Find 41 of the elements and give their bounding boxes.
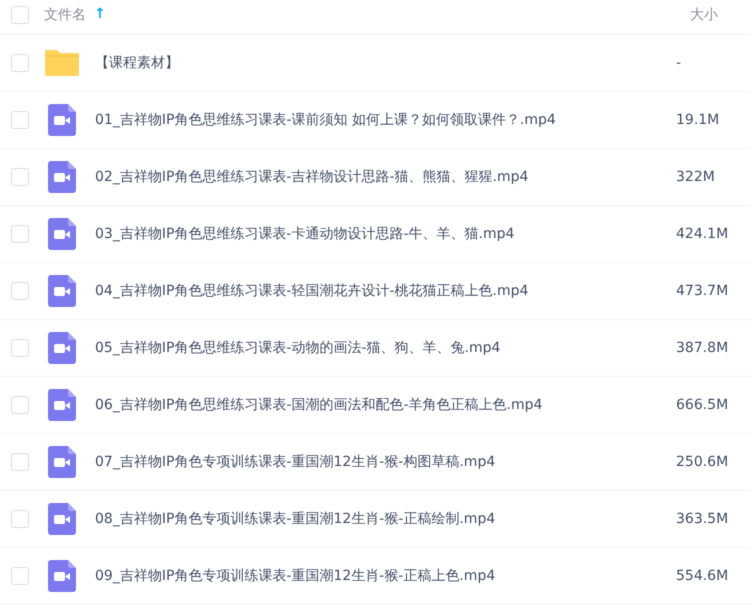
file-size: 19.1M <box>676 112 720 128</box>
video-file-icon <box>45 389 79 421</box>
file-size: 473.7M <box>676 283 730 299</box>
row-checkbox[interactable] <box>11 510 29 528</box>
folder-icon <box>45 50 79 76</box>
row-checkbox[interactable] <box>11 54 29 72</box>
video-file-icon <box>45 332 79 364</box>
file-name[interactable]: 04_吉祥物IP角色思维练习课表-轻国潮花卉设计-桃花猫正稿上色.mp4 <box>95 282 676 300</box>
row-checkbox[interactable] <box>11 168 29 186</box>
file-name[interactable]: 03_吉祥物IP角色思维练习课表-卡通动物设计思路-牛、羊、猫.mp4 <box>95 225 676 243</box>
select-all-checkbox[interactable] <box>11 6 29 24</box>
file-name[interactable]: 06_吉祥物IP角色思维练习课表-国潮的画法和配色-羊角色正稿上色.mp4 <box>95 396 676 414</box>
video-file-icon <box>45 218 79 250</box>
video-file-icon <box>45 446 79 478</box>
file-size: 387.8M <box>676 340 730 356</box>
video-file-icon <box>45 161 79 193</box>
file-size: 666.5M <box>676 397 730 413</box>
file-size: 322M <box>676 169 716 185</box>
row-checkbox[interactable] <box>11 111 29 129</box>
file-size: 363.5M <box>676 511 730 527</box>
row-checkbox[interactable] <box>11 567 29 585</box>
video-file-icon <box>45 104 79 136</box>
row-checkbox[interactable] <box>11 282 29 300</box>
file-size: - <box>676 55 682 71</box>
file-size: 424.1M <box>676 226 730 242</box>
file-name[interactable]: 08_吉祥物IP角色专项训练课表-重国潮12生肖-猴-正稿绘制.mp4 <box>95 510 676 528</box>
file-name[interactable]: 【课程素材】 <box>95 54 676 72</box>
row-checkbox[interactable] <box>11 339 29 357</box>
file-size: 250.6M <box>676 454 730 470</box>
file-name[interactable]: 07_吉祥物IP角色专项训练课表-重国潮12生肖-猴-构图草稿.mp4 <box>95 453 676 471</box>
file-name[interactable]: 05_吉祥物IP角色思维练习课表-动物的画法-猫、狗、羊、兔.mp4 <box>95 339 676 357</box>
file-name[interactable]: 01_吉祥物IP角色思维练习课表-课前须知 如何上课？如何领取课件？.mp4 <box>95 111 676 129</box>
row-checkbox[interactable] <box>11 396 29 414</box>
file-name[interactable]: 09_吉祥物IP角色专项训练课表-重国潮12生肖-猴-正稿上色.mp4 <box>95 567 676 585</box>
video-file-icon <box>45 503 79 535</box>
file-name[interactable]: 02_吉祥物IP角色思维练习课表-吉祥物设计思路-猫、熊猫、猩猩.mp4 <box>95 168 676 186</box>
video-file-icon <box>45 275 79 307</box>
video-file-icon <box>45 560 79 592</box>
row-checkbox[interactable] <box>11 225 29 243</box>
file-size: 554.6M <box>676 568 730 584</box>
row-checkbox[interactable] <box>11 453 29 471</box>
